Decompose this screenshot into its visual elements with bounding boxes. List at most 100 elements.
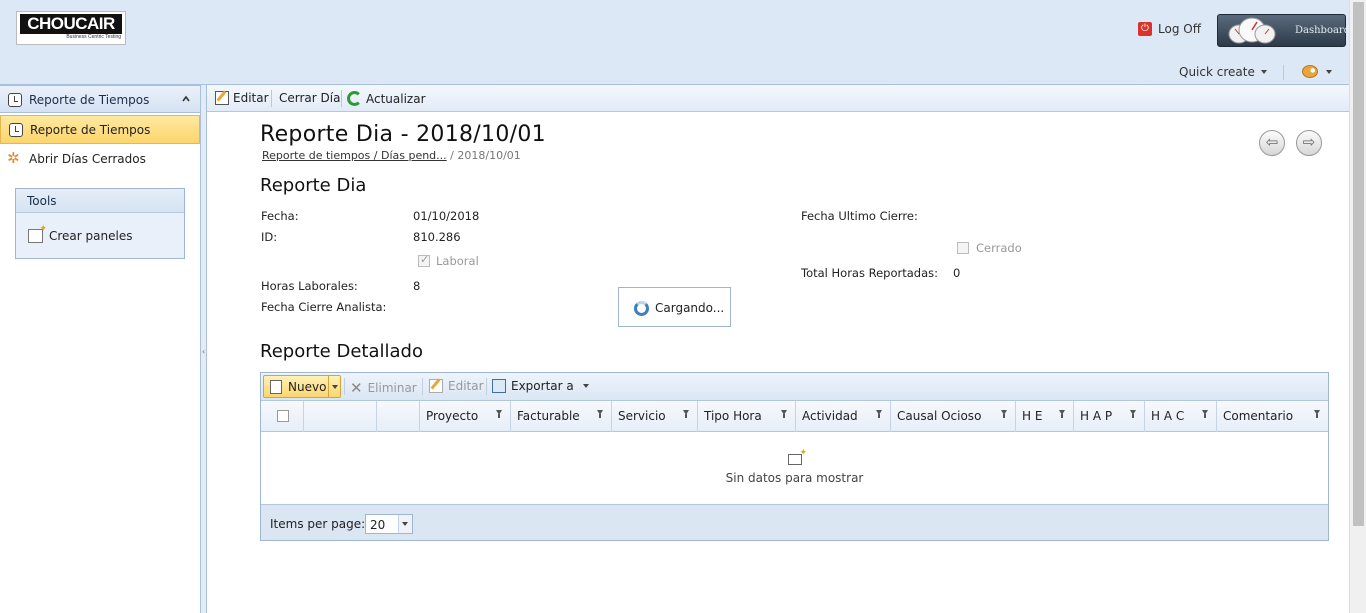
action-column: [304, 401, 377, 432]
quick-create-label: Quick create: [1179, 65, 1255, 79]
clock-icon: [9, 123, 23, 137]
loading-indicator: Cargando...: [618, 287, 731, 327]
divider: [422, 378, 423, 395]
select-all-checkbox[interactable]: [277, 410, 289, 422]
items-per-page-label: Items per page:: [270, 517, 366, 531]
column-header[interactable]: H A P: [1074, 401, 1145, 432]
crear-paneles-link[interactable]: Crear paneles: [28, 224, 133, 243]
grid-edit-label: Editar: [448, 379, 484, 393]
arrow-left-icon: ⇦: [1265, 133, 1279, 151]
breadcrumb-link[interactable]: Reporte de tiempos / Días pend...: [262, 149, 447, 162]
previous-button[interactable]: ⇦: [1259, 130, 1285, 156]
filter-icon[interactable]: [597, 410, 603, 418]
filter-icon[interactable]: [1314, 410, 1320, 418]
column-title: H A C: [1151, 409, 1185, 423]
sidebar-section-header[interactable]: Reporte de Tiempos: [0, 85, 200, 113]
column-title: Actividad: [802, 409, 858, 423]
close-day-button[interactable]: Cerrar Día: [279, 91, 340, 105]
edit-icon: [215, 91, 229, 105]
sidebar-item-reporte-tiempos[interactable]: Reporte de Tiempos: [0, 115, 200, 144]
crear-paneles-label: Crear paneles: [49, 229, 133, 243]
sidebar-item-label: Abrir Días Cerrados: [29, 152, 146, 166]
edit-button[interactable]: Editar: [215, 91, 269, 105]
vertical-scrollbar[interactable]: [1349, 0, 1366, 613]
filter-icon[interactable]: [1202, 410, 1208, 418]
dashboard-button[interactable]: Dashboard: [1217, 14, 1350, 47]
theme-menu[interactable]: [1302, 65, 1332, 78]
export-icon: [492, 379, 506, 393]
chevron-down-icon: [1260, 70, 1267, 74]
sidebar-item-abrir-dias[interactable]: ✲ Abrir Días Cerrados: [0, 148, 200, 170]
column-title: Servicio: [618, 409, 666, 423]
chevron-up-icon[interactable]: [182, 95, 190, 103]
column-header[interactable]: Actividad: [796, 401, 891, 432]
total-horas-label: Total Horas Reportadas:: [801, 266, 939, 280]
fecha-cierre-analista-label: Fecha Cierre Analista:: [261, 300, 387, 314]
column-header[interactable]: H E: [1016, 401, 1074, 432]
new-button[interactable]: Nuevo: [263, 375, 341, 398]
page-size-select[interactable]: 20: [365, 514, 413, 534]
laboral-label: Laboral: [436, 254, 479, 268]
next-button[interactable]: ⇨: [1296, 130, 1322, 156]
delete-button[interactable]: ✕ Eliminar: [350, 379, 417, 397]
export-menu[interactable]: Exportar a: [492, 379, 589, 393]
horas-laborales-value: 8: [413, 279, 421, 293]
action-column: [377, 401, 420, 432]
page-size-dropdown[interactable]: [398, 515, 412, 533]
chevron-down-icon: [402, 522, 408, 526]
logo-text: CHOUCAIR: [20, 14, 122, 34]
export-label: Exportar a: [511, 379, 574, 393]
cerrado-checkbox[interactable]: [957, 242, 969, 254]
filter-icon[interactable]: [876, 410, 882, 418]
column-header[interactable]: Causal Ocioso: [891, 401, 1016, 432]
empty-state: Sin datos para mostrar: [261, 432, 1328, 504]
fecha-value: 01/10/2018: [413, 209, 480, 223]
close-day-label: Cerrar Día: [279, 91, 341, 105]
sidebar-splitter[interactable]: ‹: [201, 85, 207, 613]
tools-panel: Tools Crear paneles: [15, 188, 185, 259]
empty-text: Sin datos para mostrar: [725, 471, 864, 485]
delete-label: Eliminar: [367, 381, 417, 395]
filter-icon[interactable]: [1001, 410, 1007, 418]
breadcrumb-current: / 2018/10/01: [450, 149, 521, 162]
fecha-ultimo-cierre-label: Fecha Ultimo Cierre:: [801, 209, 918, 223]
scrollbar-thumb[interactable]: [1353, 2, 1364, 526]
filter-icon[interactable]: [1130, 410, 1136, 418]
chevron-down-icon: [332, 385, 338, 389]
quick-create-menu[interactable]: Quick create: [1179, 65, 1267, 79]
grid-header: Proyecto Facturable Servicio Tipo Hora A…: [261, 401, 1328, 432]
clock-icon: [8, 93, 22, 107]
select-all-column: [261, 401, 304, 432]
column-title: H E: [1022, 409, 1043, 423]
column-header[interactable]: Servicio: [612, 401, 698, 432]
filter-icon[interactable]: [496, 410, 502, 418]
loading-text: Cargando...: [655, 301, 725, 315]
new-dropdown[interactable]: [328, 376, 341, 397]
filter-icon[interactable]: [1059, 410, 1065, 418]
grid-edit-button[interactable]: Editar: [429, 379, 484, 393]
logo-tagline: Business Centric Testing: [66, 34, 121, 40]
column-title: Causal Ocioso: [897, 409, 982, 423]
refresh-button[interactable]: Actualizar: [347, 91, 426, 106]
id-value: 810.286: [413, 230, 461, 244]
section-title-reporte-detallado: Reporte Detallado: [260, 341, 423, 362]
filter-icon[interactable]: [781, 410, 787, 418]
laboral-checkbox[interactable]: [418, 253, 430, 267]
tools-title: Tools: [16, 189, 184, 213]
sidebar: Reporte de Tiempos Reporte de Tiempos ✲ …: [0, 85, 201, 613]
edit-label: Editar: [233, 91, 269, 105]
column-header[interactable]: Facturable: [511, 401, 612, 432]
company-logo[interactable]: CHOUCAIR Business Centric Testing: [16, 11, 126, 45]
column-header[interactable]: Tipo Hora: [698, 401, 796, 432]
column-header[interactable]: H A C: [1145, 401, 1217, 432]
page-toolbar: Editar Cerrar Día Actualizar: [207, 85, 1349, 112]
logoff-button[interactable]: ⏻ Log Off: [1138, 21, 1201, 37]
column-header[interactable]: Proyecto: [420, 401, 511, 432]
column-title: Tipo Hora: [704, 409, 762, 423]
column-header[interactable]: Comentario: [1217, 401, 1328, 432]
column-title: Facturable: [517, 409, 580, 423]
column-title: H A P: [1080, 409, 1113, 423]
divider: [1283, 65, 1284, 80]
sidebar-section-title: Reporte de Tiempos: [29, 93, 150, 107]
filter-icon[interactable]: [683, 410, 689, 418]
